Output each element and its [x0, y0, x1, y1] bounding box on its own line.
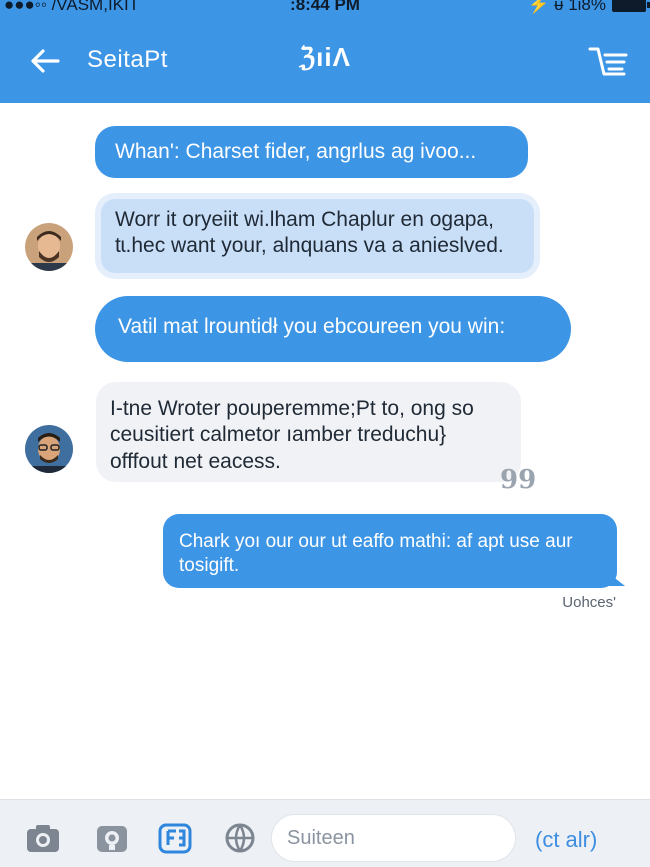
message-bubble-sent[interactable]: Whan': Charset fider, angrlus ag ivoo...: [95, 126, 528, 178]
input-bar: Suiteen (ct alr): [0, 799, 650, 867]
photo-icon[interactable]: [94, 822, 130, 854]
input-placeholder: Suiteen: [287, 827, 355, 849]
message-bubble-sent[interactable]: Vatil mat lrountidł you ebcoureen you wi…: [95, 296, 571, 362]
camera-icon[interactable]: [25, 822, 61, 854]
avatar[interactable]: [25, 425, 73, 473]
globe-icon[interactable]: [222, 822, 258, 854]
message-text: Vatil mat lrountidł you ebcoureen you wi…: [118, 315, 506, 338]
message-line: Worr it oryeiit wi.lham Chaplur en ogapa…: [115, 208, 494, 231]
message-text: Whan': Charset fider, angrlus ag ivoo...: [115, 140, 477, 163]
message-timestamp: Uohces': [562, 594, 616, 611]
message-bubble-sent[interactable]: Chark yoı our our ut eaffo mathi: af apt…: [163, 514, 625, 588]
quote-icon: 99: [500, 465, 537, 495]
avatar[interactable]: [25, 223, 73, 271]
message-bubble-received[interactable]: Worr it oryeiit wi.lham Chaplur en ogapa…: [95, 193, 540, 279]
message-line: Chark yoı our our ut eaffo mathi: af apt…: [179, 531, 573, 552]
message-line: tɩ.hec want your, alnquans va a anieslve…: [115, 234, 504, 258]
battery-icon: [612, 0, 650, 12]
chat-area[interactable]: Whan': Charset fider, angrlus ag ivoo...…: [0, 103, 650, 799]
battery-percent: ⚡ ᵾ 1i8%: [528, 0, 606, 14]
message-line: tosigift.: [179, 554, 240, 576]
message-line: offfout net eacess.: [110, 449, 281, 473]
status-right: ⚡ ᵾ 1i8%: [528, 0, 650, 15]
message-input[interactable]: Suiteen: [271, 814, 516, 862]
person-avatar-icon: [25, 223, 73, 271]
message-quote-block: Worr it oryeiit wi.lham Chaplur en ogapa…: [101, 199, 534, 273]
message-bubble-received[interactable]: I-tne Wroter pouperemme;Pt to, ong so ce…: [96, 382, 521, 482]
nav-center-title: ℨıiΛ: [299, 42, 351, 72]
person-avatar-icon: [25, 425, 73, 473]
header: ●●●◦◦ /VASM,IKIT :8:44 PM ⚡ ᵾ 1i8% Seita…: [0, 0, 650, 103]
status-bar: ●●●◦◦ /VASM,IKIT :8:44 PM ⚡ ᵾ 1i8%: [0, 0, 650, 16]
list-icon[interactable]: [588, 44, 628, 78]
app-icon[interactable]: [157, 822, 193, 854]
message-line: I-tne Wroter pouperemme;Pt to, ong so: [110, 397, 474, 420]
message-line: ceusitiert calmetor ıamber treduchu}: [110, 423, 447, 447]
nav-bar: SeitaPt ℨıiΛ: [0, 20, 650, 103]
send-action-button[interactable]: (ct alr): [535, 827, 597, 853]
